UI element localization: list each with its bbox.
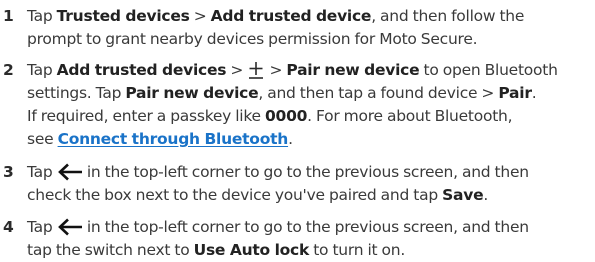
- text-line: prompt to grant nearby devices permissio…: [27, 28, 593, 51]
- text-run: If required, enter a passkey like: [27, 107, 265, 125]
- step-text: Tap Trusted devices > Add trusted device…: [27, 5, 593, 51]
- step-number: 1: [3, 7, 14, 25]
- text-run: Tap: [27, 218, 57, 236]
- step-number: 2: [3, 61, 14, 79]
- ui-term: 0000: [265, 107, 308, 125]
- text-run: Tap: [27, 61, 57, 79]
- text-run: in the top-left corner to go to the prev…: [82, 218, 529, 236]
- text-run: prompt to grant nearby devices permissio…: [27, 30, 478, 48]
- back-arrow-icon: [57, 218, 83, 236]
- text-line: Tap Trusted devices > Add trusted device…: [27, 5, 593, 28]
- text-run: see: [27, 130, 58, 148]
- text-line: tap the switch next to Use Auto lock to …: [27, 239, 593, 262]
- step-text: Tap in the top-left corner to go to the …: [27, 161, 593, 207]
- ui-term: Add trusted device: [210, 7, 372, 25]
- back-arrow-icon: [57, 163, 83, 181]
- step-text: Tap Add trusted devices > > Pair new dev…: [27, 59, 593, 151]
- text-run: >: [265, 61, 287, 79]
- step-text: Tap in the top-left corner to go to the …: [27, 216, 593, 262]
- step-number: 3: [3, 163, 14, 181]
- ui-term: Save: [442, 186, 484, 204]
- text-line: Tap in the top-left corner to go to the …: [27, 216, 593, 239]
- text-run: .: [288, 130, 293, 148]
- ui-term: Pair new device: [286, 61, 420, 79]
- ui-term: Use Auto lock: [193, 241, 310, 259]
- ui-term: Add trusted devices: [56, 61, 227, 79]
- text-line: Tap in the top-left corner to go to the …: [27, 161, 593, 184]
- text-run: to open Bluetooth: [419, 61, 558, 79]
- step-number: 4: [3, 218, 14, 236]
- text-run: in the top-left corner to go to the prev…: [82, 163, 529, 181]
- text-run: >: [189, 7, 211, 25]
- text-line: check the box next to the device you've …: [27, 184, 593, 207]
- text-run: .: [531, 84, 537, 102]
- text-run: .: [483, 186, 489, 204]
- text-line: Tap Add trusted devices > > Pair new dev…: [27, 59, 593, 82]
- ui-term: Pair: [498, 84, 532, 102]
- text-run: , and then tap a found device >: [258, 84, 499, 102]
- text-run: . For more about Bluetooth,: [307, 107, 513, 125]
- text-run: check the box next to the device you've …: [27, 186, 443, 204]
- text-run: >: [226, 61, 248, 79]
- ui-term: Pair new device: [125, 84, 259, 102]
- connect-bluetooth-link[interactable]: Connect through Bluetooth: [58, 130, 289, 148]
- text-run: Tap: [27, 163, 57, 181]
- text-line: see Connect through Bluetooth.: [27, 128, 593, 151]
- text-line: settings. Tap Pair new device, and then …: [27, 82, 593, 105]
- text-run: , and then follow the: [371, 7, 525, 25]
- ui-term: Trusted devices: [56, 7, 190, 25]
- text-line: If required, enter a passkey like 0000. …: [27, 105, 593, 128]
- text-run: tap the switch next to: [27, 241, 194, 259]
- text-run: Tap: [27, 7, 57, 25]
- plus-icon: [247, 60, 265, 80]
- text-run: to turn it on.: [309, 241, 406, 259]
- text-run: settings. Tap: [27, 84, 126, 102]
- instruction-steps: 1 Tap Trusted devices > Add trusted devi…: [0, 0, 595, 262]
